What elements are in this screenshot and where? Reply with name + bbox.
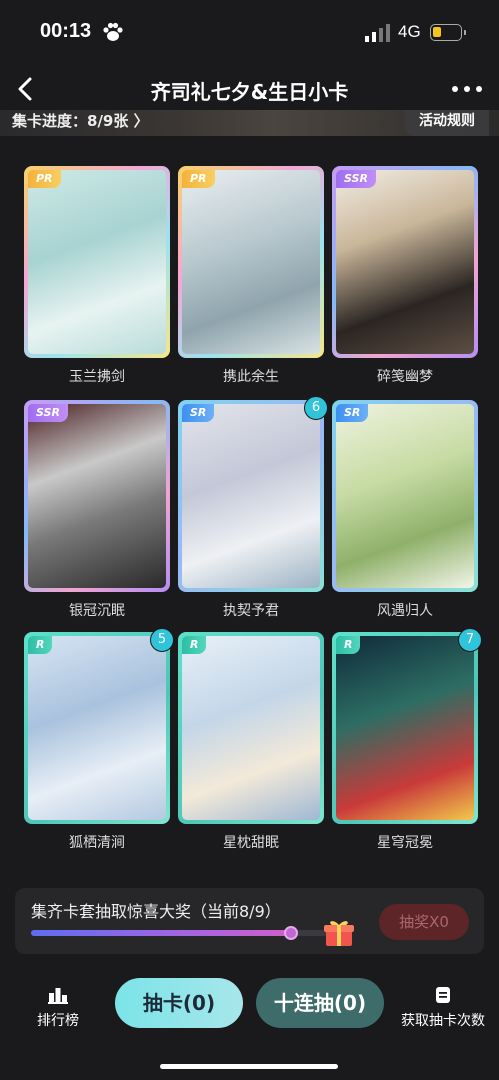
card-frame[interactable]: R xyxy=(178,632,324,824)
card-artwork xyxy=(336,404,474,588)
draw-card-button[interactable]: 抽卡(0) xyxy=(115,978,243,1028)
card-item[interactable]: SSR 碎笺幽梦 xyxy=(332,166,478,386)
lottery-button[interactable]: 抽奖X0 xyxy=(379,904,469,940)
rarity-badge: R xyxy=(336,636,361,654)
reward-progress-fill xyxy=(31,930,295,936)
card-item[interactable]: SSR 银冠沉眠 xyxy=(24,400,170,620)
gift-icon xyxy=(324,921,354,946)
card-frame[interactable]: PR xyxy=(178,166,324,358)
card-frame[interactable]: SSR xyxy=(332,166,478,358)
card-artwork xyxy=(182,170,320,354)
reward-progress-bar xyxy=(31,926,327,940)
card-name: 风遇归人 xyxy=(377,603,433,619)
card-name: 星枕甜眠 xyxy=(223,835,279,851)
leaderboard-label: 排行榜 xyxy=(37,1013,79,1029)
card-item[interactable]: SR 风遇归人 xyxy=(332,400,478,620)
card-name: 碎笺幽梦 xyxy=(377,369,433,385)
reward-text: 集齐卡套抽取惊喜大奖（当前8/9） xyxy=(31,902,281,921)
card-frame[interactable]: SR 6 xyxy=(178,396,328,592)
rarity-badge: PR xyxy=(182,170,215,188)
rarity-badge: SR xyxy=(182,404,215,422)
card-name: 携此余生 xyxy=(223,369,279,385)
rarity-badge: R xyxy=(28,636,53,654)
card-count-badge: 6 xyxy=(304,396,328,420)
card-frame[interactable]: PR xyxy=(24,166,170,358)
card-item[interactable]: R 7 星穹冠冕 xyxy=(332,628,482,852)
card-frame[interactable]: SR xyxy=(332,400,478,592)
card-item[interactable]: PR 玉兰拂剑 xyxy=(24,166,170,386)
network-type: 4G xyxy=(398,22,421,41)
card-artwork xyxy=(28,404,166,588)
more-dots-icon[interactable] xyxy=(452,86,482,96)
rarity-badge: SSR xyxy=(28,404,68,422)
leaderboard-button[interactable]: 排行榜 xyxy=(30,986,86,1030)
home-indicator xyxy=(160,1064,338,1069)
page-title: 齐司礼七夕&生日小卡 xyxy=(150,80,349,104)
card-artwork xyxy=(336,636,474,820)
ten-draw-button[interactable]: 十连抽(0) xyxy=(256,978,384,1028)
rarity-badge: PR xyxy=(28,170,61,188)
bottom-action-bar: 排行榜 抽卡(0) 十连抽(0) 获取抽卡次数 xyxy=(0,968,499,1080)
card-item[interactable]: PR 携此余生 xyxy=(178,166,324,386)
reward-progress-knob xyxy=(284,926,299,940)
card-name: 银冠沉眠 xyxy=(69,603,125,619)
card-artwork xyxy=(182,636,320,820)
get-draw-count-label: 获取抽卡次数 xyxy=(401,1013,485,1029)
card-frame[interactable]: R5 xyxy=(24,628,174,824)
card-frame[interactable]: SSR xyxy=(24,400,170,592)
status-bar: 00:13 4G xyxy=(0,0,499,62)
rarity-badge: SSR xyxy=(336,170,376,188)
activity-rules-button[interactable]: 活动规则 xyxy=(405,110,489,136)
card-count-badge: 7 xyxy=(458,628,482,652)
card-name: 玉兰拂剑 xyxy=(69,369,125,385)
document-icon xyxy=(436,987,450,1003)
paw-icon xyxy=(103,22,123,41)
card-name: 执契予君 xyxy=(223,603,279,619)
collection-progress[interactable]: 集卡进度：8/9张 〉 xyxy=(12,110,149,131)
status-time: 00:13 xyxy=(40,20,92,42)
card-artwork xyxy=(28,170,166,354)
card-artwork xyxy=(336,170,474,354)
collection-progress-row: 集卡进度：8/9张 〉 活动规则 xyxy=(0,110,499,136)
rarity-badge: SR xyxy=(336,404,369,422)
leaderboard-icon xyxy=(48,988,68,1004)
signal-icon xyxy=(365,24,390,42)
card-item[interactable]: SR 6 执契予君 xyxy=(178,396,328,620)
card-item[interactable]: R 星枕甜眠 xyxy=(178,632,324,852)
card-item[interactable]: R 5 狐栖清涧 xyxy=(24,628,174,852)
card-name: 狐栖清涧 xyxy=(69,835,125,851)
get-draw-count-button[interactable]: 获取抽卡次数 xyxy=(398,986,488,1030)
rarity-badge: R xyxy=(182,636,207,654)
battery-icon xyxy=(430,24,466,41)
card-count-badge: 5 xyxy=(150,628,174,652)
card-name: 星穹冠冕 xyxy=(377,835,433,851)
card-artwork xyxy=(28,636,166,820)
card-artwork xyxy=(182,404,320,588)
card-frame[interactable]: R7 xyxy=(332,628,482,824)
reward-panel: 集齐卡套抽取惊喜大奖（当前8/9） 抽奖X0 xyxy=(15,888,484,954)
